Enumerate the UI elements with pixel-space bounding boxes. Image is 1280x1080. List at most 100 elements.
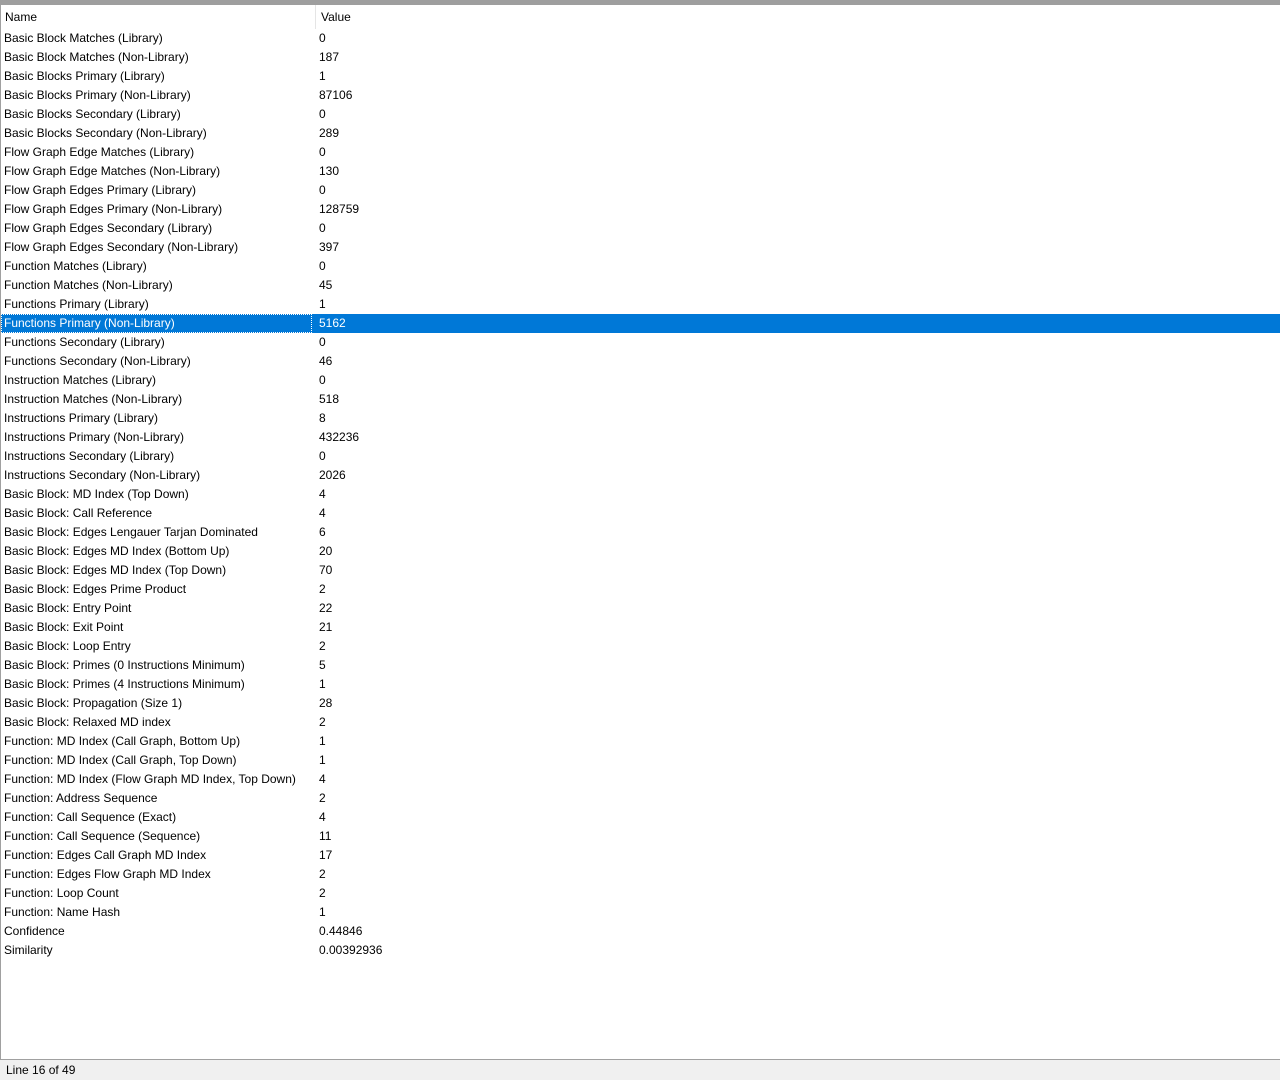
row-name-cell: Function Matches (Library) [4,259,147,273]
table-row[interactable]: Instructions Primary (Library) 8 [1,409,1280,428]
row-name-cell: Functions Secondary (Library) [4,335,165,349]
row-name-cell: Instructions Primary (Non-Library) [4,430,185,444]
table-row[interactable]: Function: Call Sequence (Sequence) 11 [1,827,1280,846]
row-name-cell: Flow Graph Edge Matches (Library) [4,145,195,159]
table-row[interactable]: Flow Graph Edges Secondary (Non-Library)… [1,238,1280,257]
table-row[interactable]: Basic Block: MD Index (Top Down) 4 [1,485,1280,504]
table-row[interactable]: Flow Graph Edges Primary (Non-Library) 12… [1,200,1280,219]
row-name-cell: Basic Blocks Secondary (Non-Library) [4,126,207,140]
row-value-cell: 5162 [319,316,346,330]
row-name-cell: Function: MD Index (Flow Graph MD Index,… [4,772,296,786]
column-header-value[interactable]: Value [315,5,1280,29]
row-value-cell: 128759 [319,202,360,216]
row-name-cell: Instructions Primary (Library) [4,411,159,425]
table-row[interactable]: Function Matches (Non-Library) 45 [1,276,1280,295]
table-row[interactable]: Basic Block: Edges MD Index (Top Down) 70 [1,561,1280,580]
table-row[interactable]: Function: Loop Count 2 [1,884,1280,903]
table-row[interactable]: Basic Block: Primes (0 Instructions Mini… [1,656,1280,675]
table-row[interactable]: Basic Block Matches (Library) 0 [1,29,1280,48]
row-name-cell: Flow Graph Edges Secondary (Non-Library) [4,240,239,254]
row-name-cell: Function: MD Index (Call Graph, Top Down… [4,753,237,767]
row-value-cell: 397 [319,240,340,254]
table-row[interactable]: Function: MD Index (Call Graph, Top Down… [1,751,1280,770]
row-name-cell: Basic Block: Primes (0 Instructions Mini… [4,658,245,672]
statistics-list[interactable]: Name Value Basic Block Matches (Library)… [0,5,1280,1060]
row-name-cell: Basic Block: MD Index (Top Down) [4,487,189,501]
table-row[interactable]: Basic Block: Propagation (Size 1) 28 [1,694,1280,713]
table-row[interactable]: Basic Blocks Secondary (Non-Library) 289 [1,124,1280,143]
table-row[interactable]: Function: Edges Flow Graph MD Index 2 [1,865,1280,884]
row-value-cell: 8 [319,411,326,425]
table-row[interactable]: Basic Blocks Secondary (Library) 0 [1,105,1280,124]
row-name-cell: Basic Block: Edges MD Index (Bottom Up) [4,544,230,558]
table-row[interactable]: Function: MD Index (Flow Graph MD Index,… [1,770,1280,789]
table-row[interactable]: Function: Call Sequence (Exact) 4 [1,808,1280,827]
table-row[interactable]: Basic Blocks Primary (Non-Library) 87106 [1,86,1280,105]
table-row[interactable]: Functions Primary (Non-Library) 5162 [1,314,1280,333]
row-name-cell: Basic Block: Edges Lengauer Tarjan Domin… [4,525,258,539]
row-value-cell: 0 [319,259,326,273]
table-row[interactable]: Basic Block Matches (Non-Library) 187 [1,48,1280,67]
table-row[interactable]: Instruction Matches (Non-Library) 518 [1,390,1280,409]
row-name-cell: Instructions Secondary (Non-Library) [4,468,201,482]
row-name-cell: Functions Secondary (Non-Library) [4,354,191,368]
table-row[interactable]: Flow Graph Edges Primary (Library) 0 [1,181,1280,200]
row-name-cell: Basic Block: Exit Point [4,620,124,634]
row-value-cell: 22 [319,601,333,615]
row-value-cell: 45 [319,278,333,292]
row-name-cell: Function: Edges Call Graph MD Index [4,848,207,862]
column-header-name[interactable]: Name [1,5,315,29]
table-row[interactable]: Basic Block: Call Reference 4 [1,504,1280,523]
table-row[interactable]: Functions Secondary (Non-Library) 46 [1,352,1280,371]
row-value-cell: 0 [319,221,326,235]
table-row[interactable]: Similarity 0.00392936 [1,941,1280,960]
table-row[interactable]: Basic Block: Edges Prime Product 2 [1,580,1280,599]
table-row[interactable]: Function Matches (Library) 0 [1,257,1280,276]
table-row[interactable]: Function: Address Sequence 2 [1,789,1280,808]
table-row[interactable]: Function: MD Index (Call Graph, Bottom U… [1,732,1280,751]
row-value-cell: 0 [319,373,326,387]
table-row[interactable]: Flow Graph Edges Secondary (Library) 0 [1,219,1280,238]
row-value-cell: 4 [319,506,326,520]
table-row[interactable]: Flow Graph Edge Matches (Library) 0 [1,143,1280,162]
row-value-cell: 4 [319,772,326,786]
table-row[interactable]: Basic Block: Exit Point 21 [1,618,1280,637]
status-bar: Line 16 of 49 [0,1060,1280,1080]
table-row[interactable]: Basic Block: Edges Lengauer Tarjan Domin… [1,523,1280,542]
table-row[interactable]: Instruction Matches (Library) 0 [1,371,1280,390]
table-row[interactable]: Basic Block: Entry Point 22 [1,599,1280,618]
row-name-cell: Function: Call Sequence (Sequence) [4,829,201,843]
row-name-cell: Basic Block Matches (Library) [4,31,163,45]
row-value-cell: 2 [319,886,326,900]
row-value-cell: 1 [319,677,326,691]
row-name-cell: Basic Block: Primes (4 Instructions Mini… [4,677,245,691]
row-name-cell: Instruction Matches (Non-Library) [4,392,183,406]
table-row[interactable]: Functions Primary (Library) 1 [1,295,1280,314]
row-value-cell: 0.44846 [319,924,363,938]
row-name-cell: Basic Block: Entry Point [4,601,132,615]
table-row[interactable]: Instructions Secondary (Library) 0 [1,447,1280,466]
row-name-cell: Functions Primary (Library) [4,297,149,311]
table-row[interactable]: Basic Block: Edges MD Index (Bottom Up) 2… [1,542,1280,561]
table-row[interactable]: Instructions Secondary (Non-Library) 2026 [1,466,1280,485]
table-row[interactable]: Basic Blocks Primary (Library) 1 [1,67,1280,86]
table-row[interactable]: Basic Block: Loop Entry 2 [1,637,1280,656]
row-value-cell: 289 [319,126,340,140]
table-row[interactable]: Functions Secondary (Library) 0 [1,333,1280,352]
row-value-cell: 28 [319,696,333,710]
row-value-cell: 11 [319,829,332,843]
row-value-cell: 6 [319,525,326,539]
table-row[interactable]: Flow Graph Edge Matches (Non-Library) 130 [1,162,1280,181]
table-row[interactable]: Instructions Primary (Non-Library) 432236 [1,428,1280,447]
table-row[interactable]: Function: Name Hash 1 [1,903,1280,922]
row-value-cell: 130 [319,164,340,178]
row-name-cell: Basic Block Matches (Non-Library) [4,50,189,64]
table-row[interactable]: Basic Block: Relaxed MD index 2 [1,713,1280,732]
row-name-cell: Basic Block: Call Reference [4,506,153,520]
table-row[interactable]: Basic Block: Primes (4 Instructions Mini… [1,675,1280,694]
table-row[interactable]: Function: Edges Call Graph MD Index 17 [1,846,1280,865]
row-value-cell: 20 [319,544,333,558]
row-name-cell: Function Matches (Non-Library) [4,278,173,292]
table-row[interactable]: Confidence 0.44846 [1,922,1280,941]
row-name-cell: Function: Name Hash [4,905,121,919]
